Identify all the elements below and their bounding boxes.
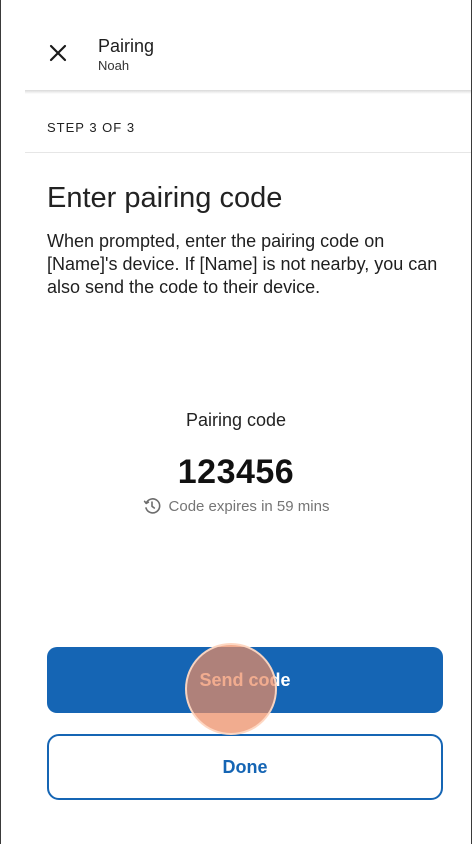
done-label: Done [222,756,268,777]
step-indicator: STEP 3 OF 3 [47,120,136,135]
send-code-button[interactable]: Send code [47,647,443,713]
header-subtitle: Noah [98,58,130,73]
code-expiry-text: Code expires in 59 mins [168,497,330,515]
close-button[interactable] [45,40,71,66]
step-divider [25,152,471,153]
send-code-label: Send code [199,669,291,690]
page-description: When prompted, enter the pairing code on… [47,231,438,297]
header-titles: Pairing Noah [98,35,154,74]
app-header: Pairing Noah [1,0,471,94]
header-divider [25,90,471,94]
clock-history-icon [143,497,161,515]
pairing-screen: Pairing Noah STEP 3 OF 3 Enter pairing c… [0,0,472,844]
done-button[interactable]: Done [47,734,443,800]
close-icon [49,44,67,62]
code-expiry: Code expires in 59 mins [1,497,471,515]
page-title: Enter pairing code [47,182,283,214]
pairing-code-label: Pairing code [185,410,287,430]
pairing-code-value: 123456 [177,453,295,491]
header-title: Pairing [98,36,155,56]
